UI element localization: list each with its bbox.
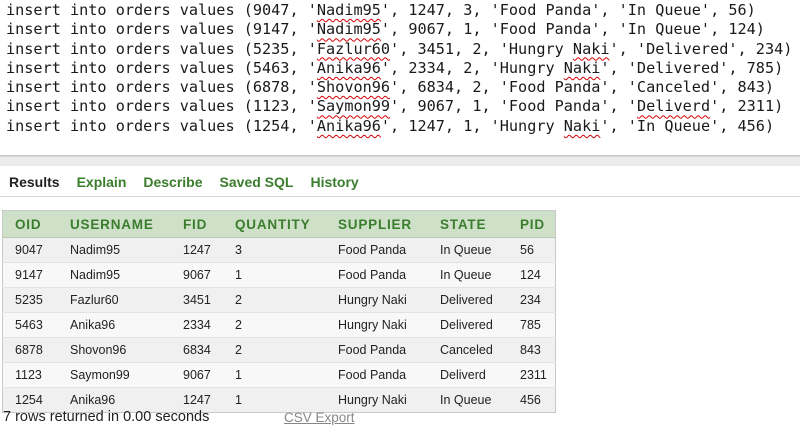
- result-tabs: Results Explain Describe Saved SQL Histo…: [0, 167, 800, 197]
- sql-text: insert into orders values (1123, ': [6, 97, 317, 116]
- table-row: 9047 Nadim95 1247 3 Food Panda In Queue 56: [2, 237, 556, 263]
- cell-state: Deliverd: [428, 362, 508, 388]
- sql-text: ', 1247, 3, 'Food Panda', 'In Queue', 56…: [380, 1, 756, 19]
- table-row: 5235 Fazlur60 3451 2 Hungry Naki Delivered 234: [2, 287, 556, 313]
- column-header: USERNAME: [58, 210, 171, 238]
- cell-supplier: Food Panda: [326, 237, 428, 263]
- results-table: OID USERNAME FID QUANTITY SUPPLIER STATE…: [2, 210, 556, 413]
- cell-oid: 9147: [2, 262, 58, 288]
- sql-line: insert into orders values (1254, 'Anika9…: [0, 117, 800, 136]
- sql-text: ', 2334, 2, 'Hungry Naki', 'Delivered', …: [380, 58, 784, 77]
- cell-pid: 843: [508, 337, 556, 363]
- cell-oid: 5235: [2, 287, 58, 313]
- cell-supplier: Hungry Naki: [326, 387, 428, 413]
- sql-username-literal: Saymon99: [316, 97, 391, 116]
- csv-export-link[interactable]: CSV Export: [284, 410, 355, 425]
- cell-oid: 9047: [2, 237, 58, 263]
- sql-line: insert into orders values (5463, 'Anika9…: [0, 59, 800, 78]
- cell-supplier: Food Panda: [326, 262, 428, 288]
- cell-quantity: 2: [223, 312, 326, 338]
- cell-state: Delivered: [428, 287, 508, 313]
- sql-text: insert into orders values (1254, ': [6, 116, 317, 135]
- cell-quantity: 2: [223, 287, 326, 313]
- sql-text: insert into orders values (5463, ': [6, 58, 317, 77]
- cell-state: In Queue: [428, 237, 508, 263]
- sql-line: insert into orders values (9047, 'Nadim9…: [0, 1, 800, 20]
- cell-quantity: 1: [223, 387, 326, 413]
- cell-pid: 56: [508, 237, 556, 263]
- cell-state: Canceled: [428, 337, 508, 363]
- sql-username-literal: Anika96: [316, 58, 381, 77]
- table-row: 9147 Nadim95 9067 1 Food Panda In Queue 124: [2, 262, 556, 288]
- sql-text: ', 3451, 2, 'Hungry Naki', 'Delivered', …: [390, 39, 793, 58]
- cell-supplier: Hungry Naki: [326, 312, 428, 338]
- tab-history[interactable]: History: [310, 167, 358, 197]
- cell-quantity: 1: [223, 362, 326, 388]
- sql-editor[interactable]: insert into orders values (9047, 'Nadim9…: [0, 0, 800, 156]
- sql-text: insert into orders values (9147, ': [6, 20, 317, 39]
- cell-fid: 9067: [171, 262, 223, 288]
- cell-pid: 2311: [508, 362, 556, 388]
- tab-results[interactable]: Results: [9, 167, 60, 197]
- sql-username-literal: Anika96: [316, 116, 381, 135]
- column-header: QUANTITY: [223, 210, 326, 238]
- cell-fid: 6834: [171, 337, 223, 363]
- cell-supplier: Hungry Naki: [326, 287, 428, 313]
- column-header: SUPPLIER: [326, 210, 428, 238]
- sql-text: ', 1247, 1, 'Hungry Naki', 'In Queue', 4…: [380, 116, 775, 135]
- rows-returned-status: 7 rows returned in 0.00 seconds: [3, 409, 210, 425]
- cell-pid: 234: [508, 287, 556, 313]
- table-row: 1123 Saymon99 9067 1 Food Panda Deliverd 2311: [2, 362, 556, 388]
- cell-state: In Queue: [428, 387, 508, 413]
- column-header: FID: [171, 210, 223, 238]
- sql-text: ', 9067, 1, 'Food Panda', 'Deliverd', 23…: [390, 97, 784, 116]
- sql-username-literal: Nadim95: [316, 20, 381, 39]
- sql-line: insert into orders values (5235, 'Fazlur…: [0, 40, 800, 59]
- sql-username-literal: Nadim95: [316, 1, 381, 19]
- sql-text: insert into orders values (5235, ': [6, 39, 317, 58]
- cell-username: Fazlur60: [58, 287, 171, 313]
- sql-text: insert into orders values (6878, ': [6, 78, 317, 97]
- sql-line: insert into orders values (6878, 'Shovon…: [0, 78, 800, 97]
- sql-line: insert into orders values (1123, 'Saymon…: [0, 97, 800, 116]
- column-header: OID: [2, 210, 58, 238]
- cell-quantity: 3: [223, 237, 326, 263]
- cell-supplier: Food Panda: [326, 362, 428, 388]
- cell-fid: 2334: [171, 312, 223, 338]
- cell-state: In Queue: [428, 262, 508, 288]
- sql-text: ', 6834, 2, 'Food Panda', 'Canceled', 84…: [390, 78, 775, 97]
- editor-resize-bar[interactable]: [0, 156, 800, 166]
- cell-supplier: Food Panda: [326, 337, 428, 363]
- cell-fid: 1247: [171, 237, 223, 263]
- cell-pid: 124: [508, 262, 556, 288]
- cell-oid: 6878: [2, 337, 58, 363]
- table-row: 5463 Anika96 2334 2 Hungry Naki Delivered 785: [2, 312, 556, 338]
- column-header: STATE: [428, 210, 508, 238]
- tab-describe[interactable]: Describe: [143, 167, 202, 197]
- column-header: PID: [508, 210, 556, 238]
- cell-quantity: 1: [223, 262, 326, 288]
- cell-username: Anika96: [58, 312, 171, 338]
- cell-quantity: 2: [223, 337, 326, 363]
- cell-username: Shovon96: [58, 337, 171, 363]
- cell-pid: 456: [508, 387, 556, 413]
- cell-username: Saymon99: [58, 362, 171, 388]
- sql-line: insert into orders values (9147, 'Nadim9…: [0, 20, 800, 39]
- cell-pid: 785: [508, 312, 556, 338]
- cell-fid: 9067: [171, 362, 223, 388]
- sql-text: ', 9067, 1, 'Food Panda', 'In Queue', 12…: [380, 20, 765, 39]
- sql-username-literal: Shovon96: [316, 78, 391, 97]
- tab-explain[interactable]: Explain: [77, 167, 127, 197]
- cell-oid: 1123: [2, 362, 58, 388]
- cell-oid: 5463: [2, 312, 58, 338]
- cell-username: Nadim95: [58, 262, 171, 288]
- sql-username-literal: Fazlur60: [316, 39, 391, 58]
- sql-text: insert into orders values (9047, ': [6, 1, 317, 19]
- cell-username: Nadim95: [58, 237, 171, 263]
- cell-state: Delivered: [428, 312, 508, 338]
- cell-fid: 3451: [171, 287, 223, 313]
- table-row: 6878 Shovon96 6834 2 Food Panda Canceled 843: [2, 337, 556, 363]
- table-header-row: OID USERNAME FID QUANTITY SUPPLIER STATE…: [2, 210, 556, 238]
- tab-saved-sql[interactable]: Saved SQL: [220, 167, 294, 197]
